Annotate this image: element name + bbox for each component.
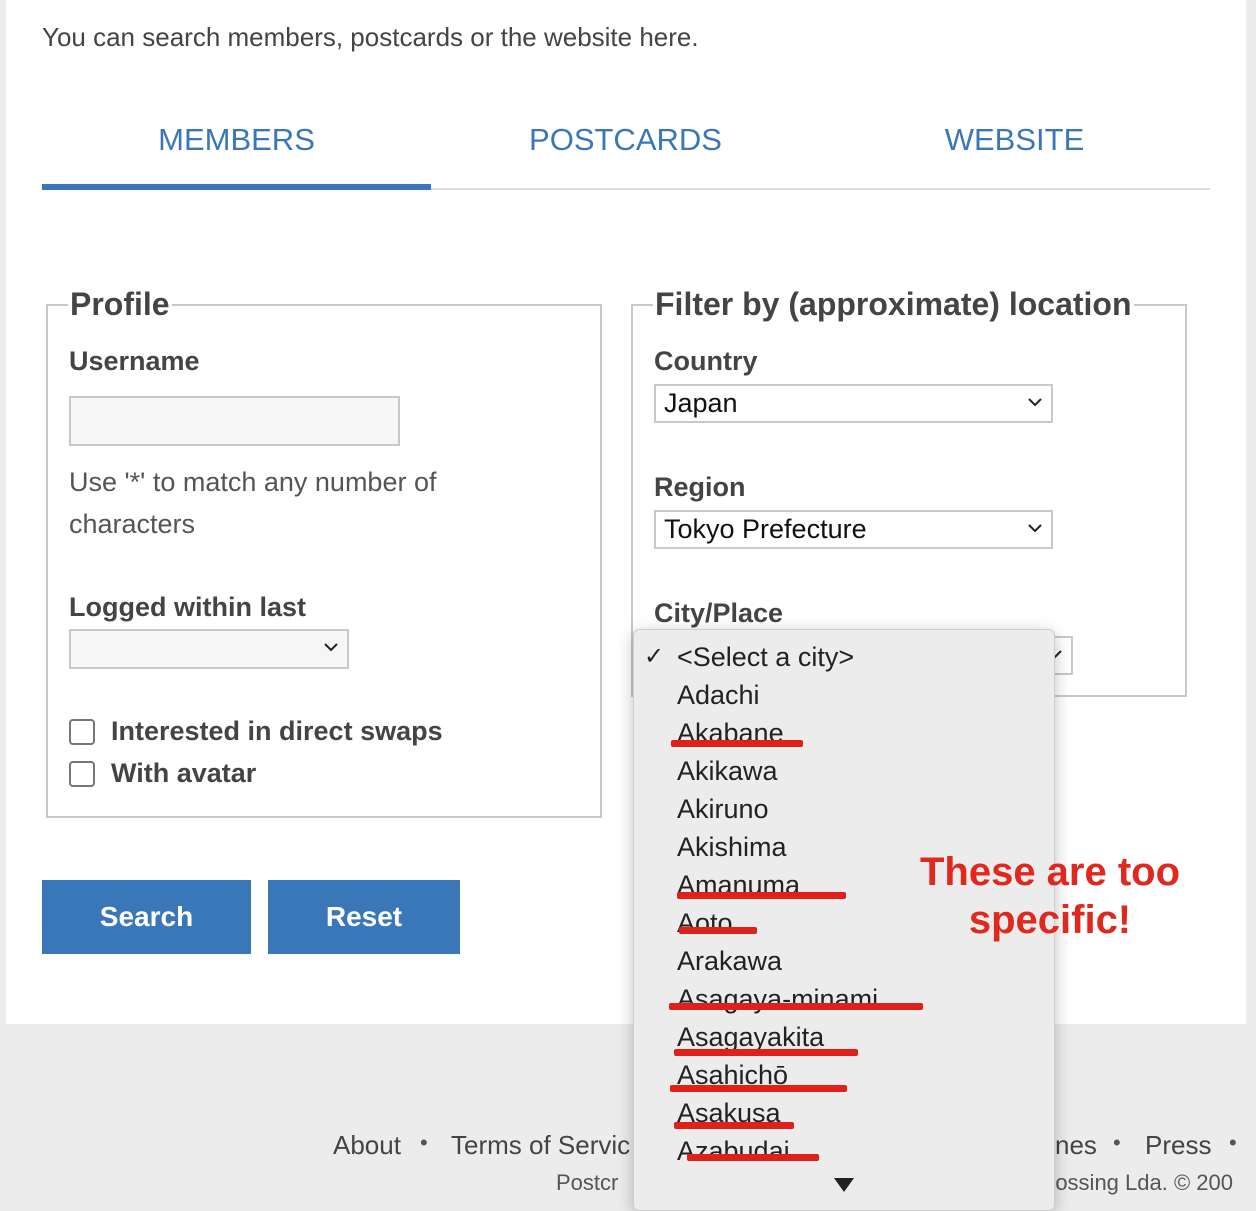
tab-members[interactable]: MEMBERS <box>42 100 431 190</box>
username-hint: Use '*' to match any number of character… <box>69 467 437 539</box>
annotation-note: These are too specific! <box>919 850 1181 942</box>
location-legend: Filter by (approximate) location <box>655 286 1132 322</box>
city-option[interactable]: Akiruno <box>677 790 769 828</box>
scroll-down-arrow-icon[interactable] <box>834 1178 854 1192</box>
chevron-down-icon <box>1028 398 1042 407</box>
region-label: Region <box>654 472 746 502</box>
profile-legend: Profile <box>70 286 170 322</box>
city-option[interactable]: Akishima <box>677 828 787 866</box>
username-input[interactable] <box>69 396 400 446</box>
country-value: Japan <box>664 388 738 418</box>
checkbox-with-avatar[interactable]: With avatar <box>69 758 256 789</box>
search-tabs: MEMBERS POSTCARDS WEBSITE <box>42 100 1210 190</box>
footer-copyright-left: Postcr <box>556 1170 619 1195</box>
country-label: Country <box>654 346 758 376</box>
strike-mark <box>677 892 846 899</box>
strike-mark <box>669 1003 923 1010</box>
checkbox-with-avatar-label: With avatar <box>111 758 257 788</box>
strike-mark <box>674 1049 858 1056</box>
checkbox-box[interactable] <box>69 760 95 787</box>
username-label: Username <box>69 346 200 376</box>
footer-link-partial[interactable]: nes <box>1055 1130 1097 1161</box>
city-option[interactable]: Asagaya-minami <box>677 980 878 1018</box>
checkmark-icon: ✓ <box>644 643 665 670</box>
checkbox-box[interactable] <box>69 718 95 745</box>
region-select[interactable]: Tokyo Prefecture <box>654 510 1053 549</box>
strike-mark <box>674 1122 794 1129</box>
tab-website[interactable]: WEBSITE <box>820 100 1209 186</box>
city-label: City/Place <box>654 598 784 628</box>
logged-within-select[interactable] <box>69 629 349 669</box>
footer-link-press[interactable]: Press <box>1145 1130 1211 1161</box>
search-button[interactable]: Search <box>42 880 251 954</box>
footer-separator: • <box>1229 1130 1237 1155</box>
footer-separator: • <box>1113 1130 1121 1155</box>
country-select[interactable]: Japan <box>654 384 1053 423</box>
city-option[interactable]: Akikawa <box>677 752 778 790</box>
footer-copyright-right: rossing Lda. © 200 <box>1048 1170 1233 1195</box>
region-value: Tokyo Prefecture <box>664 514 867 544</box>
chevron-down-icon <box>324 643 338 652</box>
city-option[interactable]: Aoto <box>677 904 733 942</box>
city-option[interactable]: <Select a city> <box>677 638 854 676</box>
tab-postcards[interactable]: POSTCARDS <box>431 100 820 186</box>
checkbox-direct-swaps-label: Interested in direct swaps <box>111 716 443 746</box>
strike-mark <box>670 1085 847 1092</box>
footer-link-about[interactable]: About <box>333 1130 401 1161</box>
footer-link-terms[interactable]: Terms of Servic <box>451 1130 630 1161</box>
city-option[interactable]: Arakawa <box>677 942 782 980</box>
chevron-down-icon <box>1028 524 1042 533</box>
reset-button[interactable]: Reset <box>268 880 460 954</box>
logged-within-label: Logged within last <box>69 592 306 622</box>
strike-mark <box>671 740 803 747</box>
checkbox-direct-swaps[interactable]: Interested in direct swaps <box>69 716 443 747</box>
footer-separator: • <box>420 1130 428 1155</box>
strike-mark <box>679 927 757 934</box>
strike-mark <box>687 1154 819 1161</box>
city-option[interactable]: Adachi <box>677 676 760 714</box>
intro-text: You can search members, postcards or the… <box>42 22 699 52</box>
city-option[interactable]: Azabudai <box>677 1132 790 1170</box>
